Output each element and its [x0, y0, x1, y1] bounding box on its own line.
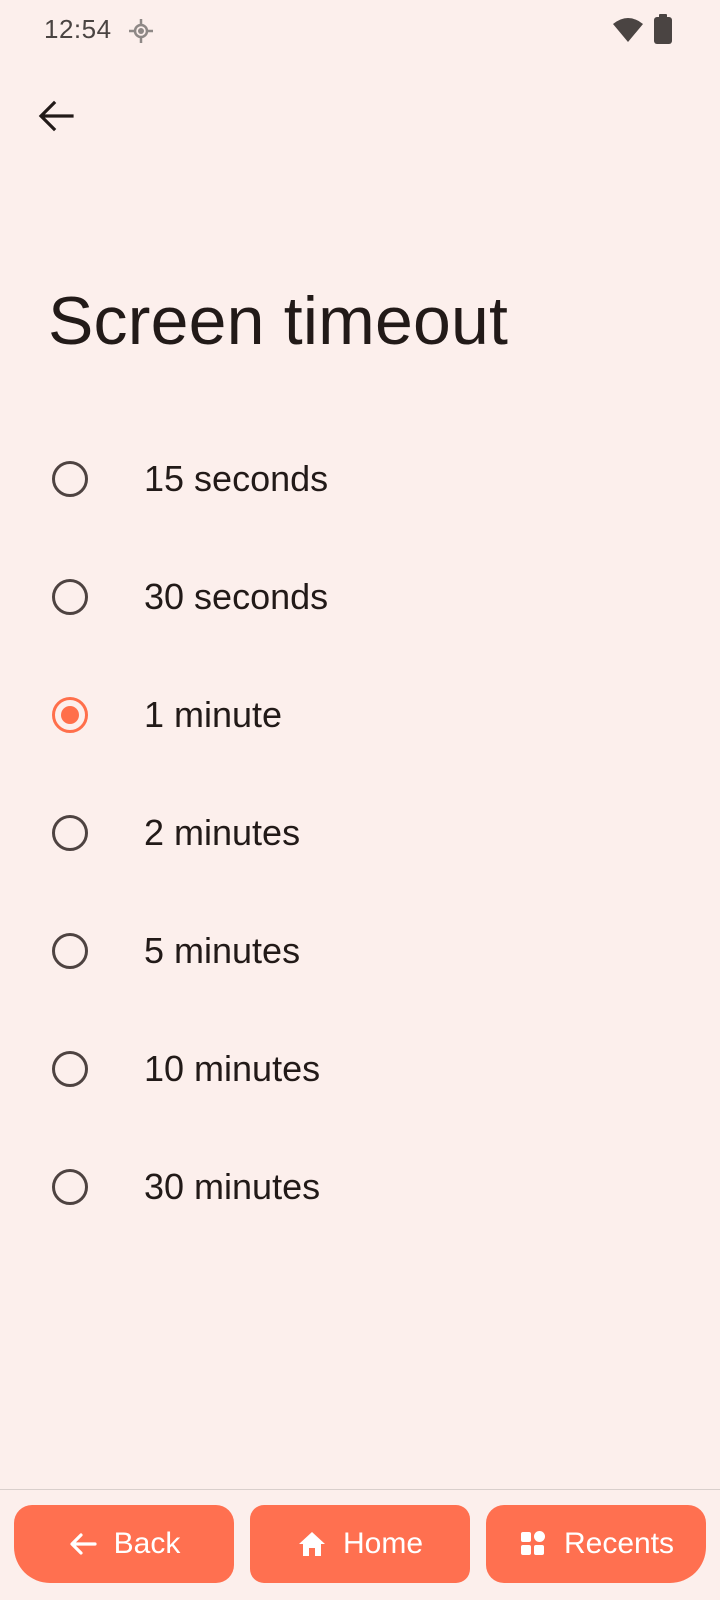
page-title: Screen timeout [48, 283, 509, 359]
radio-button[interactable] [52, 815, 88, 851]
back-arrow-icon[interactable] [34, 94, 78, 138]
option-label: 30 minutes [144, 1166, 321, 1207]
option-label: 1 minute [144, 694, 283, 735]
recents-grid-icon [518, 1529, 548, 1559]
nav-recents-label: Recents [563, 1527, 675, 1560]
timeout-options-list: 15 seconds 30 seconds 1 minute 2 minutes… [0, 420, 720, 1246]
wifi-icon [612, 16, 644, 44]
nav-back-label: Back [113, 1527, 181, 1560]
nav-back-button[interactable]: Back [14, 1505, 234, 1583]
radio-button-selected[interactable] [52, 697, 88, 733]
navigation-bar: Back Home Recents [0, 1490, 720, 1600]
home-icon [297, 1529, 327, 1559]
status-time: 12:54 [44, 14, 112, 44]
nav-home-button[interactable]: Home [250, 1505, 470, 1583]
option-label: 5 minutes [144, 930, 301, 971]
option-label: 10 minutes [144, 1048, 321, 1089]
battery-icon [654, 14, 672, 44]
radio-button[interactable] [52, 461, 88, 497]
option-1-minute[interactable]: 1 minute [0, 656, 720, 774]
option-10-minutes[interactable]: 10 minutes [0, 1010, 720, 1128]
option-5-minutes[interactable]: 5 minutes [0, 892, 720, 1010]
radio-button[interactable] [52, 1169, 88, 1205]
status-bar: 12:54 [0, 0, 720, 62]
option-30-seconds[interactable]: 30 seconds [0, 538, 720, 656]
option-label: 30 seconds [144, 576, 329, 617]
option-15-seconds[interactable]: 15 seconds [0, 420, 720, 538]
option-label: 15 seconds [144, 458, 329, 499]
location-icon [128, 18, 154, 44]
arrow-left-icon [68, 1529, 98, 1559]
radio-button[interactable] [52, 1051, 88, 1087]
nav-home-label: Home [342, 1527, 424, 1560]
option-30-minutes[interactable]: 30 minutes [0, 1128, 720, 1246]
radio-button[interactable] [52, 579, 88, 615]
radio-button[interactable] [52, 933, 88, 969]
option-2-minutes[interactable]: 2 minutes [0, 774, 720, 892]
nav-recents-button[interactable]: Recents [486, 1505, 706, 1583]
option-label: 2 minutes [144, 812, 301, 853]
